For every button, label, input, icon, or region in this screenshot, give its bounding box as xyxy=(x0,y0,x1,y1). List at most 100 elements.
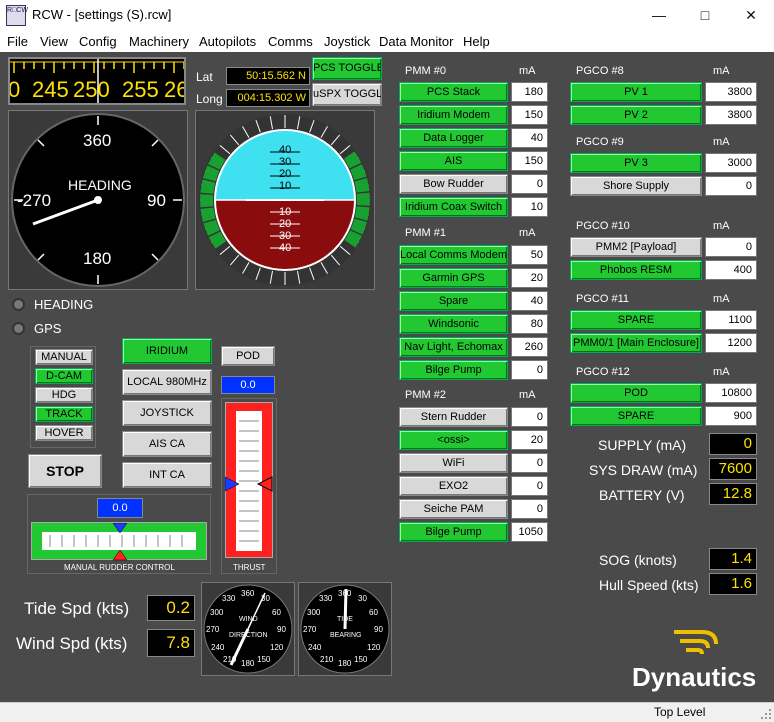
menu-file[interactable]: File xyxy=(7,34,28,49)
menu-bar: File View Config Machinery Autopilots Co… xyxy=(0,32,774,52)
pmm2-channel-button[interactable]: EXO2 xyxy=(399,476,508,496)
pmm1-channel-button[interactable]: Local Comms Modems xyxy=(399,245,508,265)
gps-source-label: GPS xyxy=(34,321,62,336)
supply-display: 0 xyxy=(709,433,757,455)
wind-speed-label: Wind Spd (kts) xyxy=(16,634,128,653)
pgco11-channel-button[interactable]: SPARE xyxy=(570,310,702,330)
pgco12-channel-button[interactable]: SPARE xyxy=(570,406,702,426)
app-icon[interactable]: R□CW xyxy=(6,5,28,26)
tide-speed-label: Tide Spd (kts) xyxy=(24,599,130,618)
comms-int-ca-button[interactable]: INT CA xyxy=(122,462,212,488)
pgco10-title: PGCO #10 xyxy=(576,220,630,232)
pmm1-channel-current: 40 xyxy=(511,291,548,311)
pmm0-channel-button[interactable]: Data Logger xyxy=(399,128,508,148)
mode-dcam-button[interactable]: D-CAM xyxy=(35,368,93,384)
pmm0-channel-button[interactable]: Iridium Modem xyxy=(399,105,508,125)
pmm2-channel-button[interactable]: WiFi xyxy=(399,453,508,473)
menu-machinery[interactable]: Machinery xyxy=(129,34,189,49)
pgco8-channel-button[interactable]: PV 2 xyxy=(570,105,702,125)
stop-button[interactable]: STOP xyxy=(28,454,102,488)
dynautics-logo: Dynautics xyxy=(628,628,768,698)
pmm0-channel-button[interactable]: PCS Stack xyxy=(399,82,508,102)
pgco9-channel-button[interactable]: Shore Supply xyxy=(570,176,702,196)
tape-number: 26 xyxy=(164,77,184,102)
comms-joystick-button[interactable]: JOYSTICK xyxy=(122,400,212,426)
pmm2-channel-button[interactable]: Seiche PAM xyxy=(399,499,508,519)
wind-tick: 30 xyxy=(261,594,270,603)
ma-label: mA xyxy=(519,389,536,401)
pmm0-channel-current: 10 xyxy=(511,197,548,217)
pmm1-channel-button[interactable]: Windsonic xyxy=(399,314,508,334)
wind-tick: 120 xyxy=(270,643,284,652)
mode-hdg-button[interactable]: HDG xyxy=(35,387,93,403)
mode-manual-button[interactable]: MANUAL xyxy=(35,349,93,365)
status-bar: Top Level xyxy=(0,702,774,722)
wind-tick: 270 xyxy=(206,625,220,634)
wind-dial-sub: DIRECTION xyxy=(229,632,268,639)
pmm0-channel-button[interactable]: Bow Rudder xyxy=(399,174,508,194)
pmm1-channel-button[interactable]: Garmin GPS xyxy=(399,268,508,288)
pmm2-channel-button[interactable]: Stern Rudder xyxy=(399,407,508,427)
menu-autopilots[interactable]: Autopilots xyxy=(199,34,256,49)
pmm2-channel-button[interactable]: <ossi> xyxy=(399,430,508,450)
comms-iridium-button[interactable]: IRIDIUM xyxy=(122,338,212,364)
menu-comms[interactable]: Comms xyxy=(268,34,313,49)
pod-button[interactable]: POD xyxy=(221,346,275,366)
menu-joystick[interactable]: Joystick xyxy=(324,34,370,49)
pgco11-channel-current: 1100 xyxy=(705,310,757,330)
pmm0-channel-current: 40 xyxy=(511,128,548,148)
tape-number: 255 xyxy=(122,77,159,102)
pmm1-channel-button[interactable]: Nav Light, Echomax xyxy=(399,337,508,357)
heading-radio[interactable] xyxy=(12,298,25,311)
pgco11-channel-button[interactable]: PMM0/1 [Main Enclosure] xyxy=(570,333,702,353)
pmm0-channel-current: 150 xyxy=(511,105,548,125)
logo-mark xyxy=(674,630,718,655)
pmm2-channel-current: 1050 xyxy=(511,522,548,542)
ma-label: mA xyxy=(713,366,730,378)
menu-data-monitor[interactable]: Data Monitor xyxy=(379,34,453,49)
comms-ais-ca-button[interactable]: AIS CA xyxy=(122,431,212,457)
long-display: 004:15.302 W xyxy=(226,89,310,107)
mode-track-button[interactable]: TRACK xyxy=(35,406,93,422)
wind-tick: 90 xyxy=(277,625,286,634)
gps-radio[interactable] xyxy=(12,322,25,335)
menu-help[interactable]: Help xyxy=(463,34,490,49)
ma-label: mA xyxy=(713,293,730,305)
pgco10-channel-button[interactable]: PMM2 [Payload] xyxy=(570,237,702,257)
tide-bearing-dial: 360 30 60 90 120 150 180 210 240 270 300… xyxy=(298,582,392,676)
pmm1-channel-button[interactable]: Bilge Pump xyxy=(399,360,508,380)
pgco8-channel-button[interactable]: PV 1 xyxy=(570,82,702,102)
pgco8-title: PGCO #8 xyxy=(576,65,624,77)
minimize-button[interactable]: — xyxy=(636,0,682,30)
compass-s: 180 xyxy=(83,249,112,268)
resize-grip-icon[interactable] xyxy=(760,708,772,720)
pgco10-channel-button[interactable]: Phobos RESM xyxy=(570,260,702,280)
wind-tick: 60 xyxy=(272,608,281,617)
pgco9-channel-button[interactable]: PV 3 xyxy=(570,153,702,173)
heading-tape: 0 245 250 255 26 xyxy=(8,57,186,105)
menu-view[interactable]: View xyxy=(40,34,68,49)
pmm0-title: PMM #0 xyxy=(405,65,446,77)
pgco12-channel-button[interactable]: POD xyxy=(570,383,702,403)
pcs-toggle-button[interactable]: PCS TOGGLE xyxy=(312,57,382,80)
logo-text: Dynautics xyxy=(632,662,757,692)
mode-hover-button[interactable]: HOVER xyxy=(35,425,93,441)
pmm2-channel-button[interactable]: Bilge Pump xyxy=(399,522,508,542)
pmm2-channel-current: 20 xyxy=(511,430,548,450)
maximize-button[interactable]: □ xyxy=(682,0,728,30)
heading-source-label: HEADING xyxy=(34,297,94,312)
pmm0-channel-button[interactable]: Iridium Coax Switch xyxy=(399,197,508,217)
tide-tick: 120 xyxy=(367,643,381,652)
comms-local-button[interactable]: LOCAL 980MHz xyxy=(122,369,212,395)
thrust-slider[interactable] xyxy=(225,402,273,558)
menu-config[interactable]: Config xyxy=(79,34,117,49)
tape-number: 250 xyxy=(73,77,110,102)
pmm1-channel-button[interactable]: Spare xyxy=(399,291,508,311)
battery-label: BATTERY (V) xyxy=(599,487,685,503)
uspx-toggle-button[interactable]: uSPX TOGGLE xyxy=(312,83,382,106)
close-button[interactable]: ✕ xyxy=(728,0,774,30)
wind-tick: 360 xyxy=(241,589,255,598)
pmm0-channel-button[interactable]: AIS xyxy=(399,151,508,171)
rudder-slider[interactable] xyxy=(31,522,207,561)
pgco8-channel-current: 3800 xyxy=(705,82,757,102)
